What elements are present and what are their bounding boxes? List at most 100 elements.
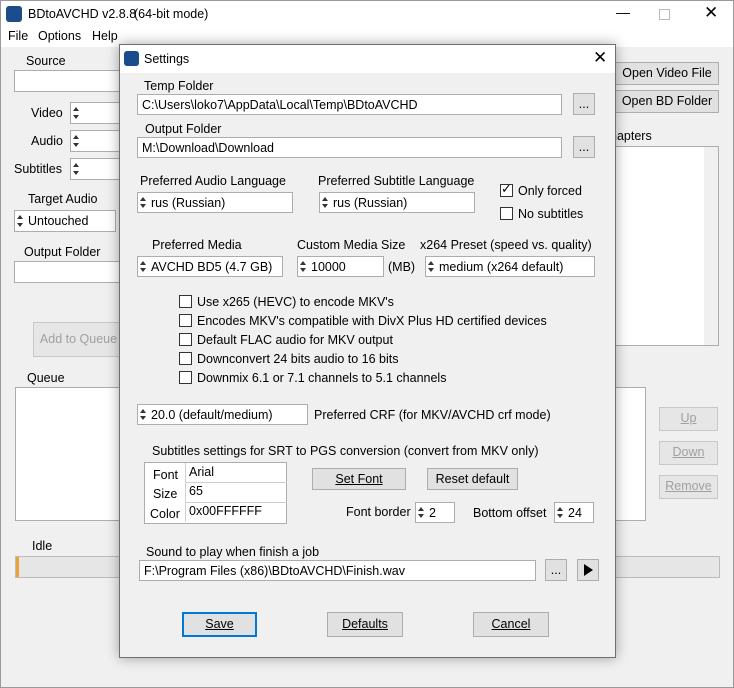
output-folder-input[interactable]: M:\Download\Download <box>137 137 562 158</box>
font-border-value: 2 <box>429 506 436 520</box>
temp-folder-label: Temp Folder <box>144 79 214 93</box>
spinner-icon <box>72 104 81 122</box>
spinner-icon <box>556 504 565 521</box>
defaults-button[interactable]: Defaults <box>327 612 403 637</box>
font-table: Font Arial Size 65 Color 0x00FFFFFF <box>144 462 287 524</box>
crf-value: 20.0 (default/medium) <box>151 408 273 422</box>
pref-audio-lang-value: rus (Russian) <box>151 196 226 210</box>
x264-preset-select[interactable]: medium (x264 default) <box>425 256 595 277</box>
size-value: 65 <box>189 484 203 498</box>
spinner-icon <box>16 212 25 230</box>
up-button[interactable]: Up <box>659 407 718 431</box>
video-label: Video <box>31 106 63 120</box>
video-select[interactable] <box>70 102 124 124</box>
open-video-file-button[interactable]: Open Video File <box>615 62 719 85</box>
size-key: Size <box>153 487 178 501</box>
save-button[interactable]: Save <box>182 612 257 637</box>
spinner-icon <box>417 504 426 521</box>
table-row: Color 0x00FFFFFF <box>145 503 286 523</box>
settings-titlebar: Settings ✕ <box>120 45 615 73</box>
bottom-offset-input[interactable]: 24 <box>554 502 594 523</box>
divx-checkbox[interactable] <box>179 314 192 327</box>
set-font-label: Set Font <box>335 472 383 486</box>
pref-media-select[interactable]: AVCHD BD5 (4.7 GB) <box>137 256 283 277</box>
temp-folder-browse-button[interactable]: ... <box>573 93 595 115</box>
subs-group-label: Subtitles settings for SRT to PGS conver… <box>152 444 539 458</box>
custom-size-unit: (MB) <box>388 260 416 274</box>
flac-checkbox[interactable] <box>179 333 192 346</box>
cancel-button[interactable]: Cancel <box>473 612 549 637</box>
set-font-button[interactable]: Set Font <box>312 468 406 490</box>
pref-audio-lang-select[interactable]: rus (Russian) <box>137 192 293 213</box>
down-button[interactable]: Down <box>659 441 718 465</box>
downmix-checkbox[interactable] <box>179 371 192 384</box>
pref-audio-lang-label: Preferred Audio Language <box>140 174 286 188</box>
color-key: Color <box>150 507 180 521</box>
sound-browse-button[interactable]: ... <box>545 559 567 581</box>
font-border-input[interactable]: 2 <box>415 502 455 523</box>
audio-select[interactable] <box>70 130 124 152</box>
menu-help[interactable]: Help <box>92 29 118 43</box>
temp-folder-value: C:\Users\loko7\AppData\Local\Temp\BDtoAV… <box>142 98 418 112</box>
cancel-label: Cancel <box>491 617 531 631</box>
downconvert-checkbox[interactable] <box>179 352 192 365</box>
chapters-list[interactable] <box>601 146 719 346</box>
sound-label: Sound to play when finish a job <box>146 545 320 559</box>
queue-list[interactable] <box>15 387 124 521</box>
subtitles-label: Subtitles <box>14 162 62 176</box>
source-label: Source <box>26 54 66 68</box>
app-subtitle: (64-bit mode) <box>134 7 209 21</box>
spinner-icon <box>72 160 81 178</box>
only-forced-label: Only forced <box>518 184 582 198</box>
remove-button[interactable]: Remove <box>659 475 718 499</box>
no-subtitles-label: No subtitles <box>518 207 584 221</box>
output-folder-field[interactable] <box>14 261 124 283</box>
app-title: BDtoAVCHD v2.8.8 <box>28 7 137 21</box>
play-icon <box>583 564 593 576</box>
source-field[interactable] <box>14 70 124 92</box>
target-audio-select[interactable]: Untouched <box>14 210 116 232</box>
x265-checkbox[interactable] <box>179 295 192 308</box>
custom-size-input[interactable]: 10000 <box>297 256 384 277</box>
color-value-cell[interactable]: 0x00FFFFFF <box>185 503 287 522</box>
output-folder-label: Output Folder <box>24 245 101 259</box>
menu-file[interactable]: File <box>8 29 28 43</box>
app-icon <box>124 51 139 66</box>
defaults-label: Defaults <box>342 617 388 631</box>
downmix-label: Downmix 6.1 or 7.1 channels to 5.1 chann… <box>197 371 447 385</box>
close-icon[interactable]: ✕ <box>704 3 718 23</box>
subtitles-select[interactable] <box>70 158 124 180</box>
font-key: Font <box>153 468 179 482</box>
output-folder-browse-button[interactable]: ... <box>573 136 595 158</box>
minimize-icon[interactable]: — <box>616 4 630 20</box>
pref-sub-lang-value: rus (Russian) <box>333 196 408 210</box>
temp-folder-input[interactable]: C:\Users\loko7\AppData\Local\Temp\BDtoAV… <box>137 94 562 115</box>
maximize-icon[interactable] <box>659 9 670 20</box>
divx-label: Encodes MKV's compatible with DivX Plus … <box>197 314 547 328</box>
progress-fill <box>16 557 19 577</box>
reset-default-button[interactable]: Reset default <box>427 468 518 490</box>
menu-options[interactable]: Options <box>38 29 81 43</box>
settings-dialog: Settings ✕ Temp Folder C:\Users\loko7\Ap… <box>119 44 616 658</box>
sound-input[interactable]: F:\Program Files (x86)\BDtoAVCHD\Finish.… <box>139 560 536 581</box>
x265-label: Use x265 (HEVC) to encode MKV's <box>197 295 394 309</box>
play-sound-button[interactable] <box>577 559 599 581</box>
queue-label: Queue <box>27 371 65 385</box>
size-value-cell[interactable]: 65 <box>185 483 287 503</box>
spinner-icon <box>321 194 330 211</box>
spinner-icon <box>72 132 81 150</box>
crf-select[interactable]: 20.0 (default/medium) <box>137 404 308 425</box>
status-label: Idle <box>32 539 53 553</box>
spinner-icon <box>427 258 436 275</box>
close-icon[interactable]: ✕ <box>593 48 607 68</box>
chapters-scrollbar[interactable] <box>704 147 718 345</box>
spinner-icon <box>139 194 148 211</box>
open-bd-folder-button[interactable]: Open BD Folder <box>615 90 719 113</box>
bottom-offset-value: 24 <box>568 506 582 520</box>
remove-label: Remove <box>665 479 712 493</box>
no-subtitles-checkbox[interactable] <box>500 207 513 220</box>
add-to-queue-button[interactable]: Add to Queue <box>33 322 124 357</box>
pref-sub-lang-select[interactable]: rus (Russian) <box>319 192 475 213</box>
font-value-cell[interactable]: Arial <box>185 463 287 483</box>
only-forced-checkbox[interactable] <box>500 182 513 197</box>
